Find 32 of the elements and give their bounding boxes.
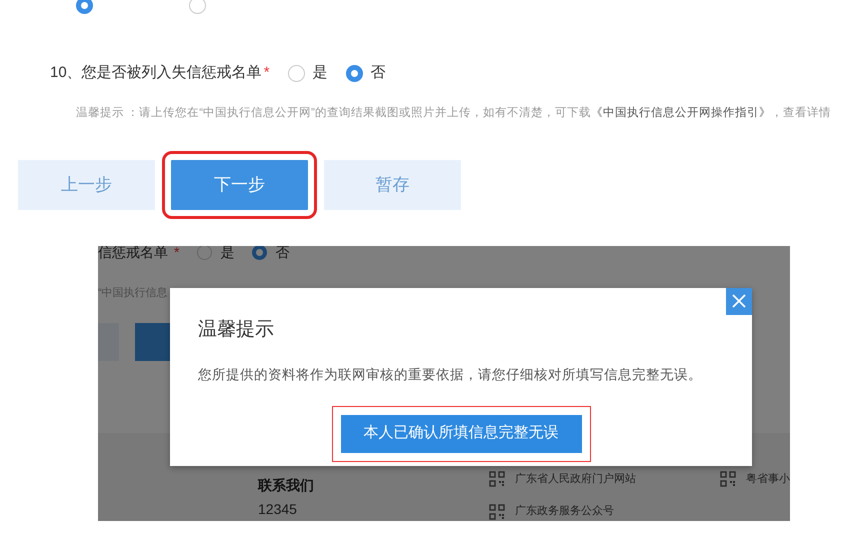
option-label: 是 bbox=[312, 63, 328, 83]
close-icon bbox=[732, 294, 746, 308]
option-label: 否 bbox=[275, 246, 290, 262]
radio-button[interactable] bbox=[76, 0, 93, 14]
required-mark: * bbox=[264, 63, 270, 83]
required-mark: * bbox=[174, 246, 180, 262]
radio-button[interactable] bbox=[197, 246, 212, 260]
question-label: 您是否被列入失信惩戒名单 bbox=[82, 63, 262, 83]
option-label: 是 bbox=[220, 246, 234, 262]
question-number: 10、 bbox=[50, 63, 82, 83]
footer-link[interactable]: 粤省事小 bbox=[746, 470, 790, 488]
option-label: 否 bbox=[370, 63, 386, 83]
next-button[interactable]: 下一步 bbox=[171, 160, 308, 210]
dialog-title: 温馨提示 bbox=[198, 318, 275, 342]
close-button[interactable] bbox=[726, 288, 752, 315]
radio-button[interactable] bbox=[346, 64, 363, 82]
footer-heading: 联系我们 bbox=[258, 476, 315, 494]
footer-link[interactable]: 广东政务服务公众号 bbox=[515, 503, 614, 520]
confirm-button[interactable]: 本人已确认所填信息完整无误 bbox=[340, 414, 582, 452]
step-button[interactable]: 上一步 bbox=[18, 160, 155, 210]
qr-code-icon bbox=[720, 471, 736, 487]
qr-code-icon bbox=[489, 471, 505, 487]
radio-button[interactable] bbox=[252, 246, 268, 260]
qr-code-icon bbox=[489, 504, 505, 520]
step-button[interactable]: 暂存 bbox=[324, 160, 461, 210]
footer-link[interactable]: 广东省人民政府门户网站 bbox=[515, 470, 636, 488]
dialog-message: 您所提供的资料将作为联网审核的重要依据，请您仔细核对所填写信息完整无误。 bbox=[198, 366, 703, 384]
guide-link[interactable]: 《中国执行信息公开网操作指引》 bbox=[590, 106, 771, 118]
phone-number: 12345 bbox=[258, 502, 298, 517]
hint-text: 温馨提示 ：请上传您在“中国执行信息公开网”的查询结果截图或照片并上传，如有不清楚，可下载《中国执行信息公开网操作指引》，查看详情 bbox=[75, 105, 832, 120]
radio-button[interactable] bbox=[288, 64, 305, 82]
radio-button[interactable] bbox=[189, 0, 206, 14]
